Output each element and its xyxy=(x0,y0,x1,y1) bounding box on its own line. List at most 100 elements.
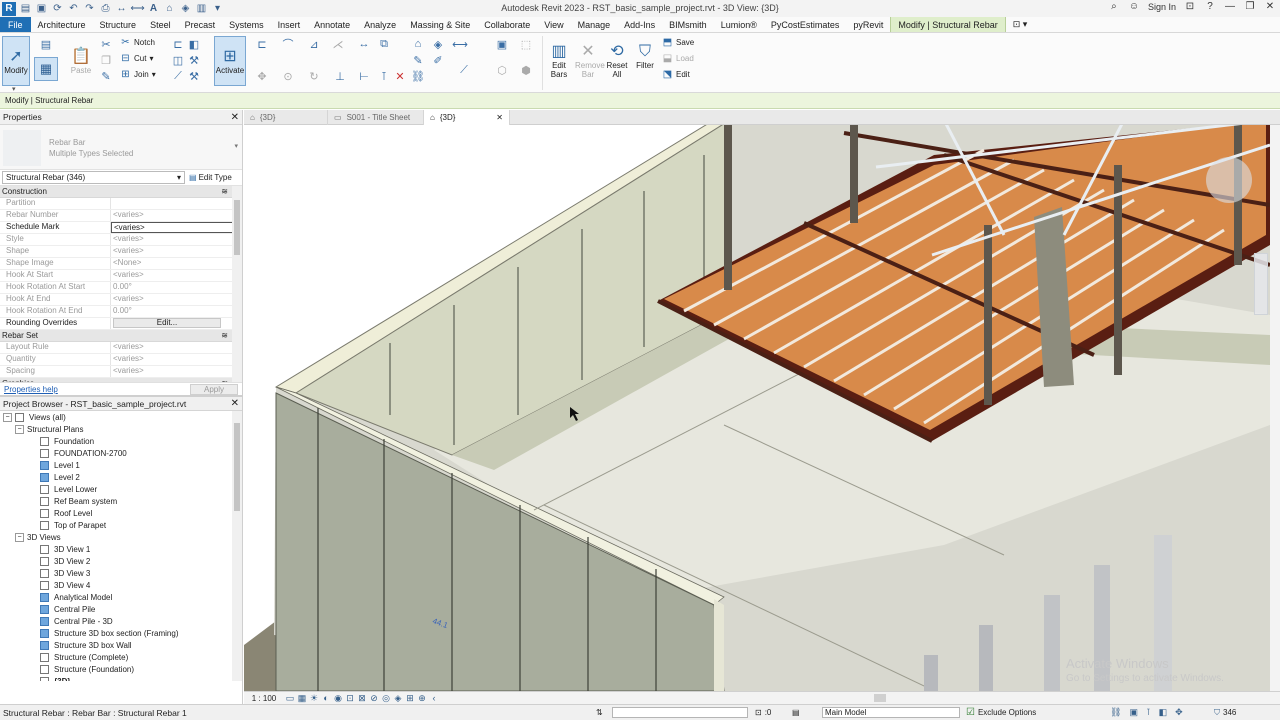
beam-join-icon[interactable]: ⟋ xyxy=(170,69,186,83)
split-icon[interactable]: ⊢ xyxy=(356,69,372,83)
load-selection-button[interactable]: ⬓ Load xyxy=(662,53,694,64)
cut-icon[interactable]: ✂ xyxy=(98,37,114,51)
collapse-toggle-icon[interactable]: − xyxy=(3,412,12,422)
offset-icon[interactable]: ⌒ xyxy=(280,37,296,51)
cart-icon[interactable]: ⊡ xyxy=(1184,1,1196,12)
properties-close-icon[interactable]: ✕ xyxy=(231,112,239,123)
search-icon[interactable]: ⌕ xyxy=(1108,1,1120,12)
collapse-toggle-icon[interactable]: − xyxy=(15,424,24,434)
select-links-icon[interactable]: ⛓ xyxy=(1110,707,1121,718)
temp-hide-icon[interactable]: ◎ xyxy=(380,693,392,704)
collapse-toggle-icon[interactable]: − xyxy=(15,532,24,542)
user-icon[interactable]: ☺ xyxy=(1128,1,1140,12)
view-tab[interactable]: ⌂ {3D} xyxy=(244,110,328,125)
ribbon-tab[interactable]: Lumion® xyxy=(714,17,764,32)
tree-item-plan[interactable]: Top of Parapet xyxy=(0,519,242,531)
collapse-icon[interactable]: ≋ xyxy=(221,331,228,340)
print-icon[interactable]: ⎙ xyxy=(99,3,112,15)
hammer-icon[interactable]: ⚒ xyxy=(186,69,202,83)
sign-in-link[interactable]: Sign In xyxy=(1148,2,1176,12)
model-view[interactable]: 44.1 xyxy=(244,125,1270,691)
ribbon-tab[interactable]: Massing & Site xyxy=(403,17,477,32)
create-assembly-icon[interactable]: ⬚ xyxy=(518,37,534,51)
property-row[interactable]: Shape <varies> xyxy=(0,246,242,258)
rounding-edit-button[interactable]: Edit... xyxy=(113,318,221,328)
select-options-button[interactable]: ▦ xyxy=(34,57,58,81)
analytical-icon[interactable]: ⊞ xyxy=(404,693,416,704)
select-by-face-icon[interactable]: ◧ xyxy=(1159,707,1168,718)
join-button[interactable]: ⊞ Join ▾ xyxy=(120,69,156,80)
property-value[interactable]: <varies> xyxy=(111,222,234,233)
navigation-bar[interactable] xyxy=(1254,253,1268,315)
property-row[interactable]: Rebar Number <varies> xyxy=(0,210,242,222)
properties-help-link[interactable]: Properties help xyxy=(4,385,58,394)
tree-item-3d-view[interactable]: Structure 3D box Wall xyxy=(0,639,242,651)
property-row[interactable]: Quantity <varies> xyxy=(0,354,242,366)
editing-requests[interactable]: ⊡:0 xyxy=(755,708,771,717)
dimension-tool-icon[interactable]: ⟋ xyxy=(456,63,472,77)
text-icon[interactable]: A xyxy=(147,3,160,15)
scroll-left-icon[interactable]: ‹ xyxy=(428,693,440,703)
tree-item-3d-view[interactable]: Structure (Complete) xyxy=(0,651,242,663)
ribbon-tab[interactable]: Steel xyxy=(143,17,178,32)
ribbon-tab[interactable]: pyRevit xyxy=(846,17,890,32)
property-row[interactable]: Schedule Mark <varies> xyxy=(0,222,242,234)
sun-path-icon[interactable]: ☀ xyxy=(308,693,320,704)
help-icon[interactable]: ? xyxy=(1204,1,1216,12)
qat-dropdown-icon[interactable]: ▾ xyxy=(211,3,224,15)
ribbon-tab[interactable]: Annotate xyxy=(307,17,357,32)
highlight-displacement-icon[interactable]: ⊕ xyxy=(416,693,428,704)
select-pinned-icon[interactable]: ⊺ xyxy=(1146,707,1151,718)
copy-element-icon[interactable]: ⧉ xyxy=(376,37,392,51)
ribbon-tab[interactable]: Analyze xyxy=(357,17,403,32)
mirror-draw-icon[interactable]: ⋌ xyxy=(330,37,346,51)
ribbon-tab[interactable]: Manage xyxy=(571,17,618,32)
save-selection-button[interactable]: ⬒ Save xyxy=(662,37,694,48)
exclude-options-checkbox[interactable]: ☑ Exclude Options xyxy=(966,707,1036,718)
activate-button[interactable]: ⊞ Activate xyxy=(214,36,246,86)
apply-button[interactable]: Apply xyxy=(190,383,238,395)
wall-joins-icon[interactable]: ⊏ xyxy=(170,37,186,51)
property-row[interactable]: Shape Image <None> xyxy=(0,258,242,270)
viewcube[interactable] xyxy=(1206,157,1252,203)
property-row[interactable]: Partition xyxy=(0,198,242,210)
filter-button[interactable]: ⛉ Filter xyxy=(632,36,658,76)
tree-item-plan[interactable]: FOUNDATION-2700 xyxy=(0,447,242,459)
join-dropdown-icon[interactable]: ▾ xyxy=(152,70,156,79)
show-crop-icon[interactable]: ⊠ xyxy=(356,693,368,704)
ribbon-tab[interactable]: View xyxy=(537,17,570,32)
edit-selection-button[interactable]: ⬔ Edit xyxy=(662,69,690,80)
design-option-dropdown[interactable]: Main Model xyxy=(822,707,960,718)
tree-group-3d-views[interactable]: −3D Views xyxy=(0,531,242,543)
browser-scroll-thumb[interactable] xyxy=(234,423,240,511)
demolish-icon[interactable]: ⚒ xyxy=(186,53,202,67)
measure-tool-icon[interactable]: ⟷ xyxy=(452,37,468,51)
tree-item-3d-view[interactable]: Structure 3D box section (Framing) xyxy=(0,627,242,639)
ribbon-tab[interactable]: PyCostEstimates xyxy=(764,17,847,32)
property-row[interactable]: Hook At End <varies> xyxy=(0,294,242,306)
properties-scrollbar[interactable] xyxy=(232,186,242,382)
open-icon[interactable]: ▤ xyxy=(19,3,32,15)
revit-logo-icon[interactable]: R xyxy=(2,1,16,16)
dimension-icon[interactable]: ⟷ xyxy=(130,3,144,15)
properties-scroll-thumb[interactable] xyxy=(234,200,240,255)
redo-icon[interactable]: ↷ xyxy=(83,3,96,15)
filter-count-icon[interactable]: ⛉ xyxy=(1214,708,1220,718)
ribbon-tab[interactable]: Architecture xyxy=(31,17,93,32)
3d-view-icon[interactable]: ⌂ xyxy=(163,3,176,15)
tree-root-views[interactable]: − Views (all) xyxy=(0,411,242,423)
switch-windows-icon[interactable]: ▥ xyxy=(195,3,208,15)
tree-item-plan[interactable]: Level 2 xyxy=(0,471,242,483)
measure-icon[interactable]: ↔ xyxy=(115,3,128,15)
sync-icon[interactable]: ⟳ xyxy=(51,3,64,15)
property-row[interactable]: Style <varies> xyxy=(0,234,242,246)
tree-item-3d-view[interactable]: 3D View 3 xyxy=(0,567,242,579)
tree-item-plan[interactable]: Ref Beam system xyxy=(0,495,242,507)
select-underlay-icon[interactable]: ▣ xyxy=(1129,707,1138,718)
instance-filter-dropdown[interactable]: Structural Rebar (346) ▾ xyxy=(2,171,185,184)
link-icon[interactable]: ⛓ xyxy=(410,69,426,83)
array-icon[interactable]: ✥ xyxy=(254,69,270,83)
view-icon[interactable]: ⌂ xyxy=(410,37,426,51)
tree-item-3d-view[interactable]: Structure (Foundation) xyxy=(0,663,242,675)
brush-icon[interactable]: ✐ xyxy=(430,53,446,67)
